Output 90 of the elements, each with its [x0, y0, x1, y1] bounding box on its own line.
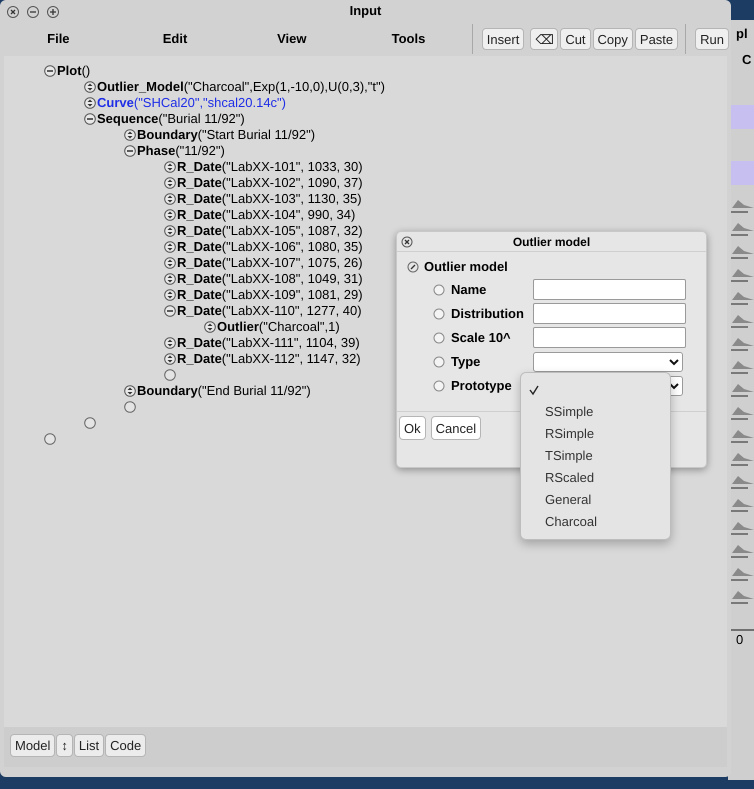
expand-collapse-icon[interactable] [164, 337, 176, 349]
dropdown-option[interactable]: General [545, 490, 592, 510]
field-label: Type [451, 352, 482, 371]
menu-item[interactable]: File [43, 29, 74, 49]
expand-collapse-icon[interactable] [84, 97, 96, 109]
radio-button[interactable] [433, 356, 445, 368]
tree-node-label[interactable]: R_Date("LabXX-109", 1081, 29) [177, 287, 363, 303]
dropdown-option[interactable]: RSimple [545, 424, 594, 444]
section-heading: Outlier model [424, 258, 508, 276]
column-header: C [742, 51, 752, 69]
tree-node-label[interactable]: Boundary("Start Burial 11/92") [137, 127, 316, 143]
toolbar-button[interactable]: Copy [592, 28, 633, 50]
mode-button[interactable]: Model [10, 734, 56, 756]
expand-collapse-icon[interactable] [204, 321, 216, 333]
radio-button[interactable] [433, 380, 445, 392]
axis-label: 0 [736, 631, 744, 649]
tree-node-label[interactable]: R_Date("LabXX-112", 1147, 32) [177, 351, 361, 367]
dialog-button[interactable]: Ok [399, 416, 426, 440]
expand-collapse-icon[interactable] [164, 161, 176, 173]
collapse-icon[interactable] [164, 305, 176, 317]
tree-node-label[interactable]: R_Date("LabXX-108", 1049, 31) [177, 271, 363, 287]
collapse-icon[interactable] [84, 113, 96, 125]
tree-node-label[interactable]: Phase("11/92") [137, 143, 225, 159]
empty-node-icon[interactable] [124, 401, 136, 413]
tree-node-label[interactable]: Outlier("Charcoal",1) [217, 319, 340, 335]
tree-node-label[interactable]: R_Date("LabXX-111", 1104, 39) [177, 335, 360, 351]
window-title: pl [736, 25, 748, 43]
expand-collapse-icon[interactable] [164, 257, 176, 269]
tree-node-label[interactable]: Plot() [57, 63, 90, 79]
pencil-icon [407, 261, 419, 273]
empty-node-icon[interactable] [84, 417, 96, 429]
dropdown-option[interactable]: TSimple [545, 446, 593, 466]
chevron-down-icon [669, 358, 679, 366]
tree-node-label[interactable]: R_Date("LabXX-104", 990, 34) [177, 207, 356, 223]
mode-button[interactable]: ↕ [56, 734, 73, 756]
dialog-button[interactable]: Cancel [430, 416, 482, 440]
tree-node-label[interactable]: Boundary("End Burial 11/92") [137, 383, 311, 399]
field-label: Name [451, 280, 488, 299]
expand-collapse-icon[interactable] [164, 353, 176, 365]
expand-collapse-icon[interactable] [164, 241, 176, 253]
tree-node-label[interactable]: R_Date("LabXX-107", 1075, 26) [177, 255, 363, 271]
text-field[interactable] [533, 303, 686, 324]
expand-collapse-icon[interactable] [84, 81, 96, 93]
tree-node-label[interactable]: R_Date("LabXX-105", 1087, 32) [177, 223, 363, 239]
radio-button[interactable] [433, 308, 445, 320]
expand-collapse-icon[interactable] [164, 209, 176, 221]
field-label: Scale 10^ [451, 328, 512, 347]
expand-collapse-icon[interactable] [164, 193, 176, 205]
tree-node-label[interactable]: R_Date("LabXX-102", 1090, 37) [177, 175, 363, 191]
tree-node-label[interactable]: R_Date("LabXX-106", 1080, 35) [177, 239, 363, 255]
radio-button[interactable] [433, 332, 445, 344]
text-field[interactable] [533, 327, 686, 348]
dropdown-option[interactable]: SSimple [545, 402, 594, 422]
dropdown-option[interactable]: RScaled [545, 468, 594, 488]
dialog-title: Outlier model [512, 234, 590, 250]
collapse-icon[interactable] [44, 65, 56, 77]
toolbar-button[interactable]: Paste [634, 28, 678, 50]
menu-item[interactable]: Edit [158, 29, 192, 49]
empty-node-icon[interactable] [44, 433, 56, 445]
tree-node-label[interactable]: R_Date("LabXX-103", 1130, 35) [177, 191, 362, 207]
expand-collapse-icon[interactable] [164, 225, 176, 237]
expand-collapse-icon[interactable] [164, 177, 176, 189]
toolbar-button[interactable]: ⌫ [530, 28, 558, 50]
close-icon[interactable] [401, 236, 413, 248]
radio-button[interactable] [433, 284, 445, 296]
text-field[interactable] [533, 279, 686, 300]
dropdown-option[interactable]: Charcoal [545, 512, 598, 532]
menu-item[interactable]: View [273, 29, 310, 49]
expand-collapse-icon[interactable] [124, 129, 136, 141]
empty-node-icon[interactable] [164, 369, 176, 381]
menu-item[interactable]: Tools [388, 29, 430, 49]
toolbar-button[interactable]: Run [695, 28, 730, 50]
expand-collapse-icon[interactable] [164, 273, 176, 285]
tree-node-label[interactable]: Curve("SHCal20","shcal20.14c") [97, 95, 286, 111]
field-label: Prototype [451, 376, 513, 395]
expand-collapse-icon[interactable] [164, 289, 176, 301]
toolbar-button[interactable]: Insert [482, 28, 524, 50]
tree-node-label[interactable]: R_Date("LabXX-110", 1277, 40) [177, 303, 362, 319]
tree-node-label[interactable]: Outlier_Model("Charcoal",Exp(1,-10,0),U(0,3),"t") [97, 79, 385, 95]
select-field[interactable] [533, 352, 683, 372]
mode-button[interactable]: List [74, 734, 104, 756]
field-label: Distribution [451, 304, 525, 323]
expand-collapse-icon[interactable] [124, 385, 136, 397]
mode-button[interactable]: Code [105, 734, 146, 756]
tree-node-label[interactable]: Sequence("Burial 11/92") [97, 111, 245, 127]
window-title: Input [350, 2, 382, 20]
collapse-icon[interactable] [124, 145, 136, 157]
tree-node-label[interactable]: R_Date("LabXX-101", 1033, 30) [177, 159, 363, 175]
toolbar-button[interactable]: Cut [560, 28, 591, 50]
chevron-down-icon [669, 382, 679, 390]
